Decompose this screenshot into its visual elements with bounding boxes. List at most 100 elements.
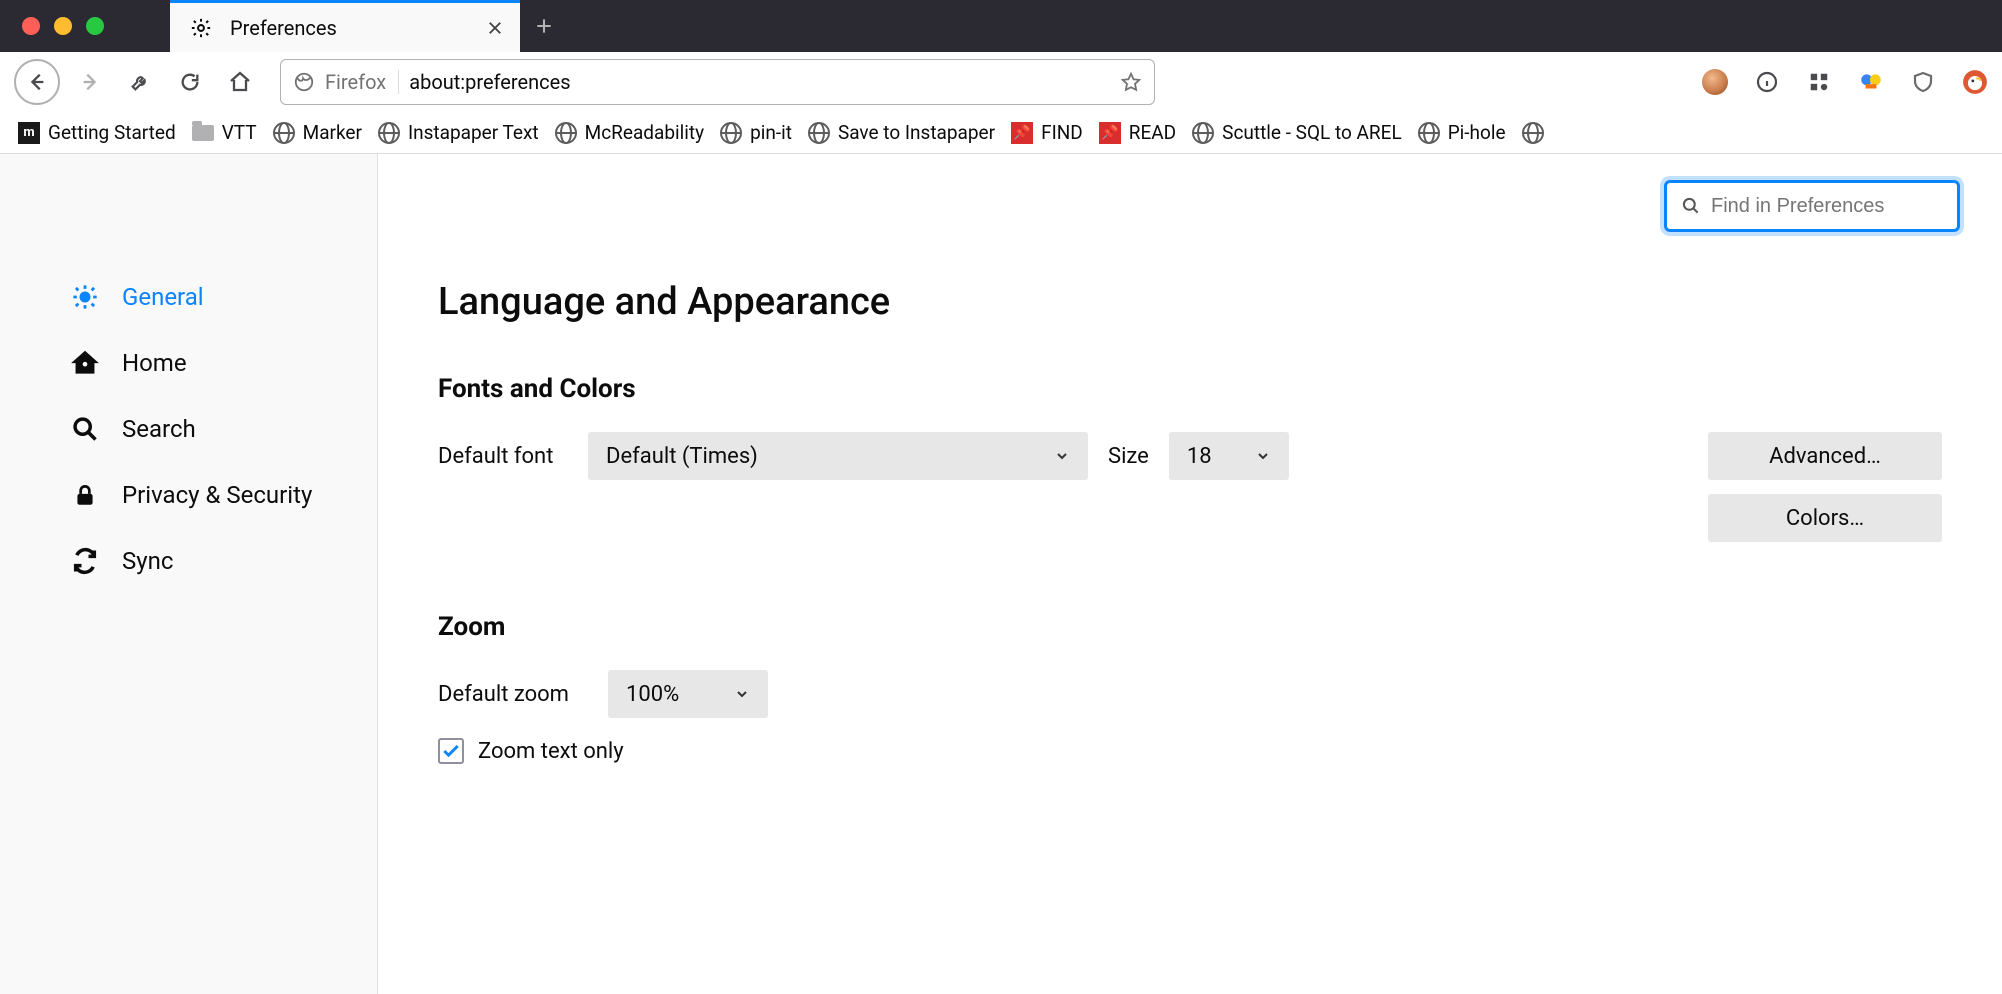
preferences-sidebar: General Home Search Privacy & Security S… — [0, 154, 378, 994]
lock-icon — [70, 480, 100, 510]
sidebar-item-sync[interactable]: Sync — [0, 528, 377, 594]
bookmark-item[interactable]: pin-it — [720, 121, 792, 144]
bookmark-label: READ — [1129, 121, 1176, 144]
globe-icon — [720, 122, 742, 144]
preferences-main: General Home Search Privacy & Security S… — [0, 154, 2002, 994]
bookmark-item[interactable] — [1522, 122, 1544, 144]
sidebar-item-label: Sync — [122, 547, 173, 575]
browser-tab[interactable]: Preferences — [170, 0, 520, 52]
bookmark-label: Instapaper Text — [408, 121, 539, 144]
shield-icon[interactable] — [1910, 69, 1936, 95]
bookmark-label: Pi-hole — [1448, 121, 1506, 144]
preferences-search[interactable] — [1664, 180, 1960, 232]
sidebar-item-home[interactable]: Home — [0, 330, 377, 396]
home-icon — [70, 348, 100, 378]
firefox-icon — [293, 71, 315, 93]
section-title: Language and Appearance — [438, 280, 1942, 324]
duckduckgo-icon[interactable] — [1962, 69, 1988, 95]
bookmark-item[interactable]: 📌 READ — [1099, 121, 1176, 144]
sync-icon — [70, 546, 100, 576]
new-tab-button[interactable] — [520, 0, 568, 52]
bookmark-item[interactable]: VTT — [192, 121, 257, 144]
window-zoom-button[interactable] — [86, 17, 104, 35]
preferences-content: Language and Appearance Fonts and Colors… — [378, 154, 2002, 994]
font-size-select[interactable]: 18 — [1169, 432, 1289, 480]
info-icon[interactable] — [1754, 69, 1780, 95]
sidebar-item-label: General — [122, 283, 204, 311]
advanced-fonts-button[interactable]: Advanced… — [1708, 432, 1942, 480]
checkbox-label: Zoom text only — [478, 739, 624, 764]
select-value: Default (Times) — [606, 444, 758, 469]
chevron-down-icon — [1054, 448, 1070, 464]
toolbar-extensions — [1672, 69, 1988, 95]
back-button[interactable] — [14, 59, 60, 105]
apps-grid-icon[interactable] — [1806, 69, 1832, 95]
globe-icon — [808, 122, 830, 144]
search-icon — [1681, 196, 1701, 216]
home-button[interactable] — [220, 62, 260, 102]
default-zoom-label: Default zoom — [438, 682, 588, 707]
zoom-text-only-row[interactable]: Zoom text only — [438, 738, 1942, 764]
bookmark-item[interactable]: Scuttle - SQL to AREL — [1192, 121, 1402, 144]
bookmark-item[interactable]: Pi-hole — [1418, 121, 1506, 144]
bookmark-item[interactable]: Marker — [273, 121, 362, 144]
sidebar-item-label: Search — [122, 415, 196, 443]
url-context: Firefox — [325, 70, 399, 94]
default-font-row: Default font Default (Times) Size 18 Adv… — [438, 432, 1942, 480]
profile-avatar[interactable] — [1702, 69, 1728, 95]
bookmark-label: Marker — [303, 121, 362, 144]
bookmark-item[interactable]: Instapaper Text — [378, 121, 539, 144]
pin-icon: 📌 — [1099, 122, 1121, 144]
tab-bar: Preferences — [0, 0, 2002, 52]
select-value: 18 — [1187, 444, 1212, 469]
url-text: about:preferences — [409, 70, 1110, 94]
default-font-label: Default font — [438, 444, 568, 469]
bookmark-item[interactable]: 📌 FIND — [1011, 121, 1083, 144]
zoom-heading: Zoom — [438, 612, 1942, 642]
extension-icon[interactable] — [1858, 69, 1884, 95]
window-minimize-button[interactable] — [54, 17, 72, 35]
bookmark-label: Getting Started — [48, 121, 176, 144]
window-close-button[interactable] — [22, 17, 40, 35]
button-label: Colors… — [1786, 506, 1864, 531]
window-controls — [0, 0, 170, 52]
tab-title: Preferences — [230, 16, 472, 40]
bookmark-item[interactable]: McReadability — [555, 121, 704, 144]
nav-toolbar: Firefox about:preferences — [0, 52, 2002, 112]
default-zoom-row: Default zoom 100% — [438, 670, 1942, 718]
sidebar-item-privacy[interactable]: Privacy & Security — [0, 462, 377, 528]
bookmark-item[interactable]: mGetting Started — [18, 121, 176, 144]
globe-icon — [378, 122, 400, 144]
bookmark-label: McReadability — [585, 121, 704, 144]
bookmarks-bar: mGetting Started VTT Marker Instapaper T… — [0, 112, 2002, 154]
bookmark-label: pin-it — [750, 121, 792, 144]
sidebar-item-label: Privacy & Security — [122, 481, 312, 509]
button-label: Advanced… — [1769, 444, 1881, 469]
url-bar[interactable]: Firefox about:preferences — [280, 59, 1155, 105]
developer-button[interactable] — [120, 62, 160, 102]
folder-icon — [192, 125, 214, 141]
pin-icon: 📌 — [1011, 122, 1033, 144]
forward-button[interactable] — [70, 62, 110, 102]
tab-close-button[interactable] — [486, 19, 504, 37]
globe-icon — [555, 122, 577, 144]
reload-button[interactable] — [170, 62, 210, 102]
bookmark-item[interactable]: Save to Instapaper — [808, 121, 995, 144]
sidebar-item-general[interactable]: General — [0, 264, 377, 330]
bookmark-label: VTT — [222, 121, 257, 144]
select-value: 100% — [626, 682, 679, 707]
default-font-select[interactable]: Default (Times) — [588, 432, 1088, 480]
colors-button[interactable]: Colors… — [1708, 494, 1942, 542]
sidebar-item-label: Home — [122, 349, 187, 377]
search-icon — [70, 414, 100, 444]
gear-icon — [70, 282, 100, 312]
sidebar-item-search[interactable]: Search — [0, 396, 377, 462]
checkbox[interactable] — [438, 738, 464, 764]
globe-icon — [1418, 122, 1440, 144]
bookmark-label: FIND — [1041, 121, 1083, 144]
fonts-heading: Fonts and Colors — [438, 374, 1942, 404]
preferences-search-input[interactable] — [1711, 195, 1976, 218]
bookmark-star-icon[interactable] — [1120, 71, 1142, 93]
bookmark-label: Save to Instapaper — [838, 121, 995, 144]
default-zoom-select[interactable]: 100% — [608, 670, 768, 718]
